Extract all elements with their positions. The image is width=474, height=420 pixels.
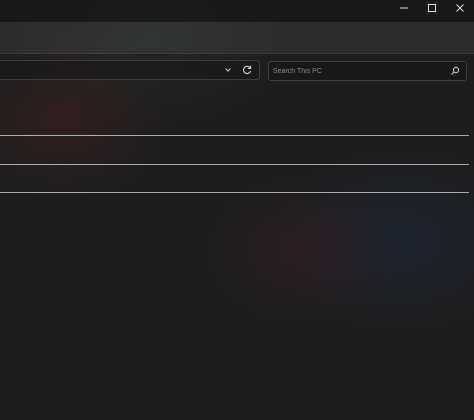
section-divider bbox=[0, 192, 469, 193]
title-bar[interactable] bbox=[0, 0, 474, 22]
file-explorer-window bbox=[0, 0, 474, 420]
search-box[interactable] bbox=[268, 61, 467, 81]
close-button[interactable] bbox=[446, 0, 474, 16]
search-icon[interactable] bbox=[450, 66, 460, 76]
section-divider bbox=[0, 164, 469, 165]
chevron-down-icon[interactable] bbox=[223, 65, 233, 75]
address-bar[interactable] bbox=[0, 60, 260, 80]
section-divider bbox=[0, 135, 469, 136]
minimize-icon bbox=[400, 7, 408, 9]
maximize-icon bbox=[428, 4, 436, 12]
window-controls bbox=[390, 0, 474, 16]
command-bar bbox=[0, 22, 474, 54]
minimize-button[interactable] bbox=[390, 0, 418, 16]
maximize-button[interactable] bbox=[418, 0, 446, 16]
refresh-icon[interactable] bbox=[241, 64, 253, 76]
search-input[interactable] bbox=[273, 64, 443, 78]
close-icon bbox=[456, 4, 464, 12]
